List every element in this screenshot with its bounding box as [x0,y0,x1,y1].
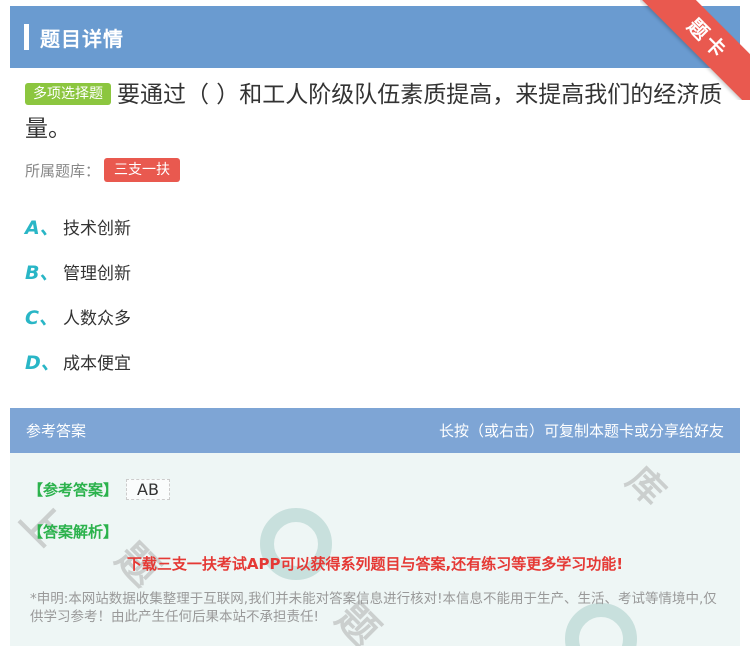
detail-header: 题目详情 [10,6,740,68]
page-title: 题目详情 [40,26,124,51]
question-bank: 所属题库： 三支一扶 [25,158,181,182]
option-letter: D、 [25,351,60,374]
answer-header: 参考答案 长按（或右击）可复制本题卡或分享给好友 [10,408,740,453]
option-text: 人数众多 [63,308,131,329]
bank-tag[interactable]: 三支一扶 [104,158,181,182]
question-stem: 多项选择题 要通过（ ）和工人阶级队伍素质提高，来提高我们的经济质 量。 [25,78,725,146]
app-download-link[interactable]: 下载三支一扶考试APP可以获得系列题目与答案,还有练习等更多学习功能! [10,553,740,574]
answer-body: 上 题 库 题 【参考答案】 AB 【答案解析】 下载三支一扶考试APP可以获得… [10,453,740,646]
answer-label: 【参考答案】 [28,481,119,499]
option-d[interactable]: D、 成本便宜 [25,347,131,375]
options-list: A、 技术创新 B、 管理创新 C、 人数众多 D、 成本便宜 [25,212,131,392]
question-text: 要通过（ ）和工人阶级队伍素质提高，来提高我们的经济质 量。 [25,82,723,142]
option-letter: C、 [25,306,58,329]
answer-analysis: 【答案解析】 [28,521,118,542]
answer-section-title: 参考答案 [26,422,87,440]
header-accent-bar [24,24,29,50]
reference-answer: 【参考答案】 AB [28,479,170,500]
bank-label: 所属题库： [25,161,101,180]
analysis-label: 【答案解析】 [28,523,119,541]
option-text: 成本便宜 [63,353,131,374]
option-text: 技术创新 [63,218,131,239]
option-b[interactable]: B、 管理创新 [25,257,131,285]
option-text: 管理创新 [63,263,131,284]
disclaimer-text: *申明:本网站数据收集整理于互联网,我们并未能对答案信息进行核对!本信息不能用于… [30,591,717,625]
option-c[interactable]: C、 人数众多 [25,302,131,330]
option-letter: B、 [25,261,59,284]
option-letter: A、 [25,216,59,239]
watermark-text: 库 [618,459,673,514]
question-type-badge: 多项选择题 [25,83,111,105]
answer-value: AB [126,479,170,500]
option-a[interactable]: A、 技术创新 [25,212,131,240]
share-hint: 长按（或右击）可复制本题卡或分享给好友 [438,422,724,440]
